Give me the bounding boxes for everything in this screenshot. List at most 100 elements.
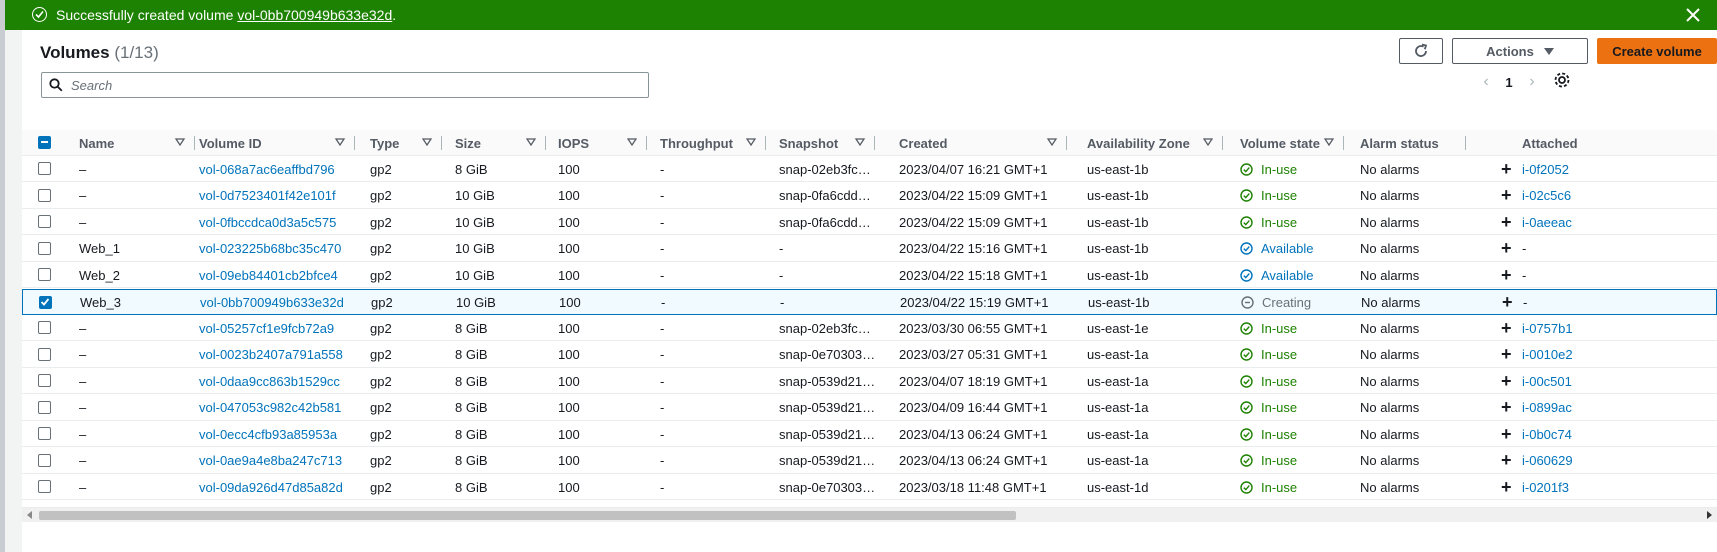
plus-icon[interactable]: + (1501, 424, 1512, 445)
table-row[interactable]: Web_2 vol-09eb84401cb2bfce4 gp2 10 GiB 100 - -… (22, 262, 1717, 288)
column-header-size[interactable]: Size (455, 130, 546, 156)
actions-button[interactable]: Actions (1452, 38, 1588, 64)
table-row[interactable]: – vol-0023b2407a791a558 gp2 8 GiB 100 - snap-0… (22, 342, 1717, 368)
cell-id[interactable]: vol-0ecc4cfb93a85953a (199, 421, 359, 447)
row-checkbox[interactable] (38, 374, 51, 387)
column-header-iops[interactable]: IOPS (558, 130, 647, 156)
horizontal-scrollbar[interactable] (22, 507, 1717, 522)
attached-instance[interactable]: i-0899ac (1522, 400, 1572, 415)
cell-id[interactable]: vol-0023b2407a791a558 (199, 342, 359, 368)
table-row[interactable]: – vol-0d7523401f42e101f gp2 10 GiB 100 - snap-… (22, 183, 1717, 209)
plus-icon[interactable]: + (1501, 397, 1512, 418)
scroll-right-icon[interactable] (1707, 511, 1712, 519)
cell-id[interactable]: vol-09eb84401cb2bfce4 (199, 262, 359, 288)
attached-instance[interactable]: i-0201f3 (1522, 480, 1569, 495)
attached-instance[interactable]: i-0b0c74 (1522, 427, 1572, 442)
search-input[interactable] (69, 76, 629, 94)
column-divider[interactable] (874, 136, 875, 150)
row-checkbox[interactable] (38, 321, 51, 334)
plus-icon[interactable]: + (1501, 318, 1512, 339)
column-header-availability-zone[interactable]: Availability Zone (1087, 130, 1223, 156)
row-checkbox[interactable] (38, 427, 51, 440)
cell-id[interactable]: vol-0daa9cc863b1529cc (199, 368, 359, 394)
column-header-created[interactable]: Created (899, 130, 1067, 156)
sort-icon[interactable] (1324, 138, 1334, 146)
column-divider[interactable] (646, 136, 647, 150)
table-row[interactable]: – vol-05257cf1e9fcb72a9 gp2 8 GiB 100 - snap-0… (22, 315, 1717, 341)
plus-icon[interactable]: + (1501, 185, 1512, 206)
cell-id[interactable]: vol-0ae9a4e8ba247c713 (199, 448, 359, 474)
attached-instance[interactable]: i-00c501 (1522, 374, 1572, 389)
sort-icon[interactable] (526, 138, 536, 146)
sort-icon[interactable] (422, 138, 432, 146)
plus-icon[interactable]: + (1501, 238, 1512, 259)
row-checkbox[interactable] (38, 347, 51, 361)
row-checkbox[interactable] (38, 188, 51, 202)
plus-icon[interactable]: + (1501, 212, 1512, 233)
cell-id[interactable]: vol-047053c982c42b581 (199, 395, 359, 421)
table-row[interactable]: – vol-0ae9a4e8ba247c713 gp2 8 GiB 100 - snap-0… (22, 448, 1717, 474)
column-header-snapshot[interactable]: Snapshot (779, 130, 875, 156)
table-row[interactable]: Web_1 vol-023225b68bc35c470 gp2 10 GiB 100 - -… (22, 236, 1717, 262)
column-divider[interactable] (765, 136, 766, 150)
column-header-volume-id[interactable]: Volume ID (199, 130, 355, 156)
prev-page-icon[interactable]: ‹ (1477, 73, 1495, 91)
table-row[interactable]: – vol-047053c982c42b581 gp2 8 GiB 100 - snap-0… (22, 395, 1717, 421)
sort-icon[interactable] (1047, 138, 1057, 146)
column-header-name[interactable]: Name (79, 130, 195, 156)
gear-icon[interactable] (1552, 70, 1572, 90)
scroll-left-icon[interactable] (27, 511, 32, 519)
column-divider[interactable] (354, 136, 355, 150)
close-icon[interactable] (1683, 5, 1703, 25)
row-checkbox[interactable] (38, 480, 51, 493)
plus-icon[interactable]: + (1502, 292, 1513, 313)
plus-icon[interactable]: + (1501, 371, 1512, 392)
column-divider[interactable] (1066, 136, 1067, 150)
column-header-throughput[interactable]: Throughput (660, 130, 766, 156)
cell-id[interactable]: vol-0d7523401f42e101f (199, 183, 359, 209)
attached-instance[interactable]: i-0010e2 (1522, 347, 1573, 362)
scrollbar-thumb[interactable] (39, 511, 1016, 520)
column-divider[interactable] (1343, 136, 1344, 150)
plus-icon[interactable]: + (1501, 159, 1512, 180)
cell-id[interactable]: vol-09da926d47d85a82d (199, 474, 359, 500)
row-checkbox[interactable] (38, 268, 51, 281)
column-divider[interactable] (1465, 136, 1466, 150)
attached-instance[interactable]: i-0757b1 (1522, 321, 1573, 336)
sort-icon[interactable] (627, 138, 637, 146)
sort-icon[interactable] (335, 138, 345, 146)
cell-id[interactable]: vol-023225b68bc35c470 (199, 236, 359, 262)
column-header-attached[interactable]: Attached (1522, 130, 1714, 156)
column-divider[interactable] (1222, 136, 1223, 150)
attached-instance[interactable]: i-0aeeac (1522, 215, 1572, 230)
column-divider[interactable] (194, 136, 195, 150)
column-divider[interactable] (441, 136, 442, 150)
sort-icon[interactable] (855, 138, 865, 146)
sort-icon[interactable] (175, 138, 185, 146)
row-checkbox[interactable] (39, 295, 52, 309)
plus-icon[interactable]: + (1501, 477, 1512, 498)
table-row[interactable]: Web_3 vol-0bb700949b633e32d gp2 10 GiB 100 - -… (22, 288, 1717, 316)
cell-id[interactable]: vol-05257cf1e9fcb72a9 (199, 315, 359, 341)
plus-icon[interactable]: + (1501, 450, 1512, 471)
cell-id[interactable]: vol-0bb700949b633e32d (200, 290, 360, 316)
attached-instance[interactable]: i-0f2052 (1522, 162, 1569, 177)
cell-id[interactable]: vol-068a7ac6eaffbd796 (199, 156, 359, 182)
select-all-checkbox[interactable] (38, 136, 51, 149)
table-row[interactable]: – vol-068a7ac6eaffbd796 gp2 8 GiB 100 - snap-0… (22, 156, 1717, 182)
refresh-button[interactable] (1399, 38, 1443, 64)
table-row[interactable]: – vol-0fbccdca0d3a5c575 gp2 10 GiB 100 - snap-… (22, 209, 1717, 235)
row-checkbox[interactable] (38, 241, 51, 255)
sort-icon[interactable] (1203, 138, 1213, 146)
plus-icon[interactable]: + (1501, 265, 1512, 286)
flash-volume-link[interactable]: vol-0bb700949b633e32d (237, 7, 392, 23)
cell-id[interactable]: vol-0fbccdca0d3a5c575 (199, 209, 359, 235)
row-checkbox[interactable] (38, 215, 51, 228)
row-checkbox[interactable] (38, 453, 51, 467)
next-page-icon[interactable]: › (1523, 73, 1541, 91)
table-row[interactable]: – vol-0daa9cc863b1529cc gp2 8 GiB 100 - snap-0… (22, 368, 1717, 394)
table-row[interactable]: – vol-0ecc4cfb93a85953a gp2 8 GiB 100 - snap-0… (22, 421, 1717, 447)
attached-instance[interactable]: i-02c5c6 (1522, 188, 1571, 203)
row-checkbox[interactable] (38, 162, 51, 175)
column-header-alarm-status[interactable]: Alarm status (1360, 130, 1466, 156)
